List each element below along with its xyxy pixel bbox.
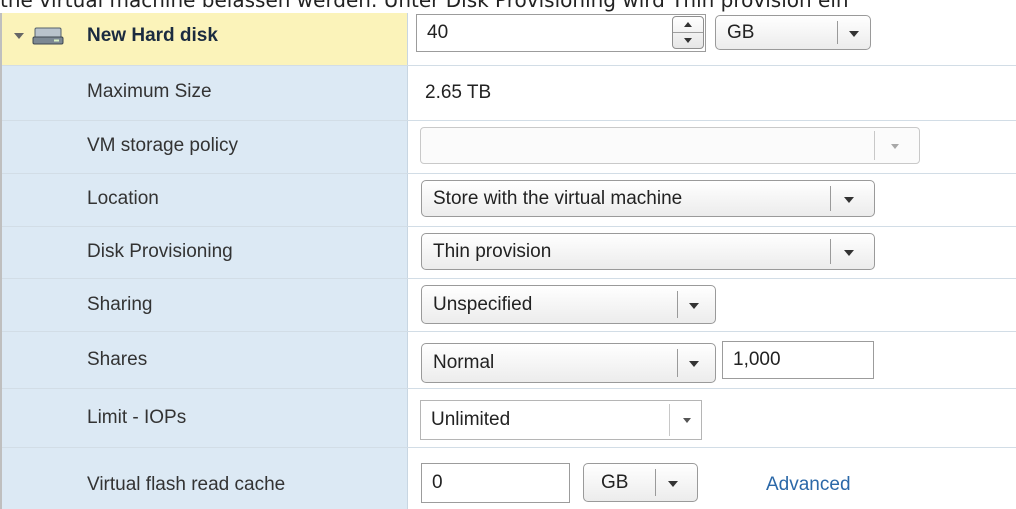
disk-size-input[interactable]: 40 <box>416 14 706 52</box>
column-divider <box>407 13 408 509</box>
chevron-down-icon <box>891 143 899 149</box>
dropdown-divider <box>655 469 656 496</box>
limit-iops-label: Limit - IOPs <box>87 407 187 428</box>
disk-size-unit-select[interactable]: GB <box>715 15 871 50</box>
sharing-value: Unspecified <box>433 293 533 315</box>
hard-disk-icon <box>32 27 64 45</box>
advanced-link[interactable]: Advanced <box>766 474 851 496</box>
shares-label: Shares <box>87 349 148 370</box>
row-divider <box>2 226 1016 227</box>
location-value: Store with the virtual machine <box>433 187 683 209</box>
hard-disk-title: New Hard disk <box>87 25 218 46</box>
row-divider <box>2 388 1016 389</box>
chevron-down-icon <box>683 418 691 423</box>
shares-amount-value: 1,000 <box>733 349 781 370</box>
sharing-label: Sharing <box>87 294 153 315</box>
row-divider <box>2 173 1016 174</box>
storage-policy-label: VM storage policy <box>87 135 239 156</box>
disk-provisioning-label: Disk Provisioning <box>87 241 233 262</box>
row-divider <box>2 65 1016 66</box>
flash-cache-unit-label: GB <box>601 471 629 493</box>
dropdown-divider <box>830 186 831 211</box>
dropdown-divider <box>830 239 831 264</box>
disk-size-unit-label: GB <box>727 21 755 43</box>
disk-provisioning-value: Thin provision <box>433 240 552 262</box>
storage-policy-select[interactable] <box>420 127 920 164</box>
decrement-arrow-icon[interactable] <box>684 38 692 43</box>
dropdown-divider <box>874 131 875 160</box>
limit-iops-select[interactable]: Unlimited <box>420 400 702 440</box>
shares-amount-input[interactable]: 1,000 <box>722 341 874 379</box>
background-caption-text: the virtual machine belassen werden. Unt… <box>0 0 849 12</box>
location-label: Location <box>87 188 159 209</box>
flash-cache-unit-select[interactable]: GB <box>583 463 698 502</box>
row-divider <box>2 278 1016 279</box>
location-select[interactable]: Store with the virtual machine <box>421 180 875 217</box>
chevron-down-icon <box>844 196 854 203</box>
row-divider <box>2 120 1016 121</box>
chevron-down-icon <box>689 302 699 309</box>
increment-arrow-icon[interactable] <box>684 22 692 27</box>
dropdown-divider <box>837 21 838 44</box>
limit-iops-value: Unlimited <box>431 409 511 430</box>
row-divider <box>2 447 1016 448</box>
shares-level-value: Normal <box>433 352 495 373</box>
chevron-down-icon <box>844 249 854 256</box>
spinner-divider <box>673 32 703 33</box>
disk-provisioning-select[interactable]: Thin provision <box>421 233 875 270</box>
max-size-value: 2.65 TB <box>425 82 492 103</box>
dropdown-divider <box>677 349 678 377</box>
disk-size-value: 40 <box>427 22 449 43</box>
dropdown-divider <box>669 404 670 436</box>
chevron-down-icon[interactable] <box>14 33 24 39</box>
flash-cache-label: Virtual flash read cache <box>87 474 286 495</box>
flash-cache-value: 0 <box>432 472 443 493</box>
flash-cache-input[interactable]: 0 <box>421 463 570 503</box>
disk-size-spinner[interactable] <box>672 16 704 49</box>
sharing-select[interactable]: Unspecified <box>421 285 716 324</box>
shares-level-select[interactable]: Normal <box>421 343 716 383</box>
chevron-down-icon <box>668 480 678 487</box>
chevron-down-icon <box>689 361 699 367</box>
row-divider <box>2 331 1016 332</box>
dropdown-divider <box>677 291 678 318</box>
chevron-down-icon <box>849 30 859 37</box>
max-size-label: Maximum Size <box>87 81 212 102</box>
